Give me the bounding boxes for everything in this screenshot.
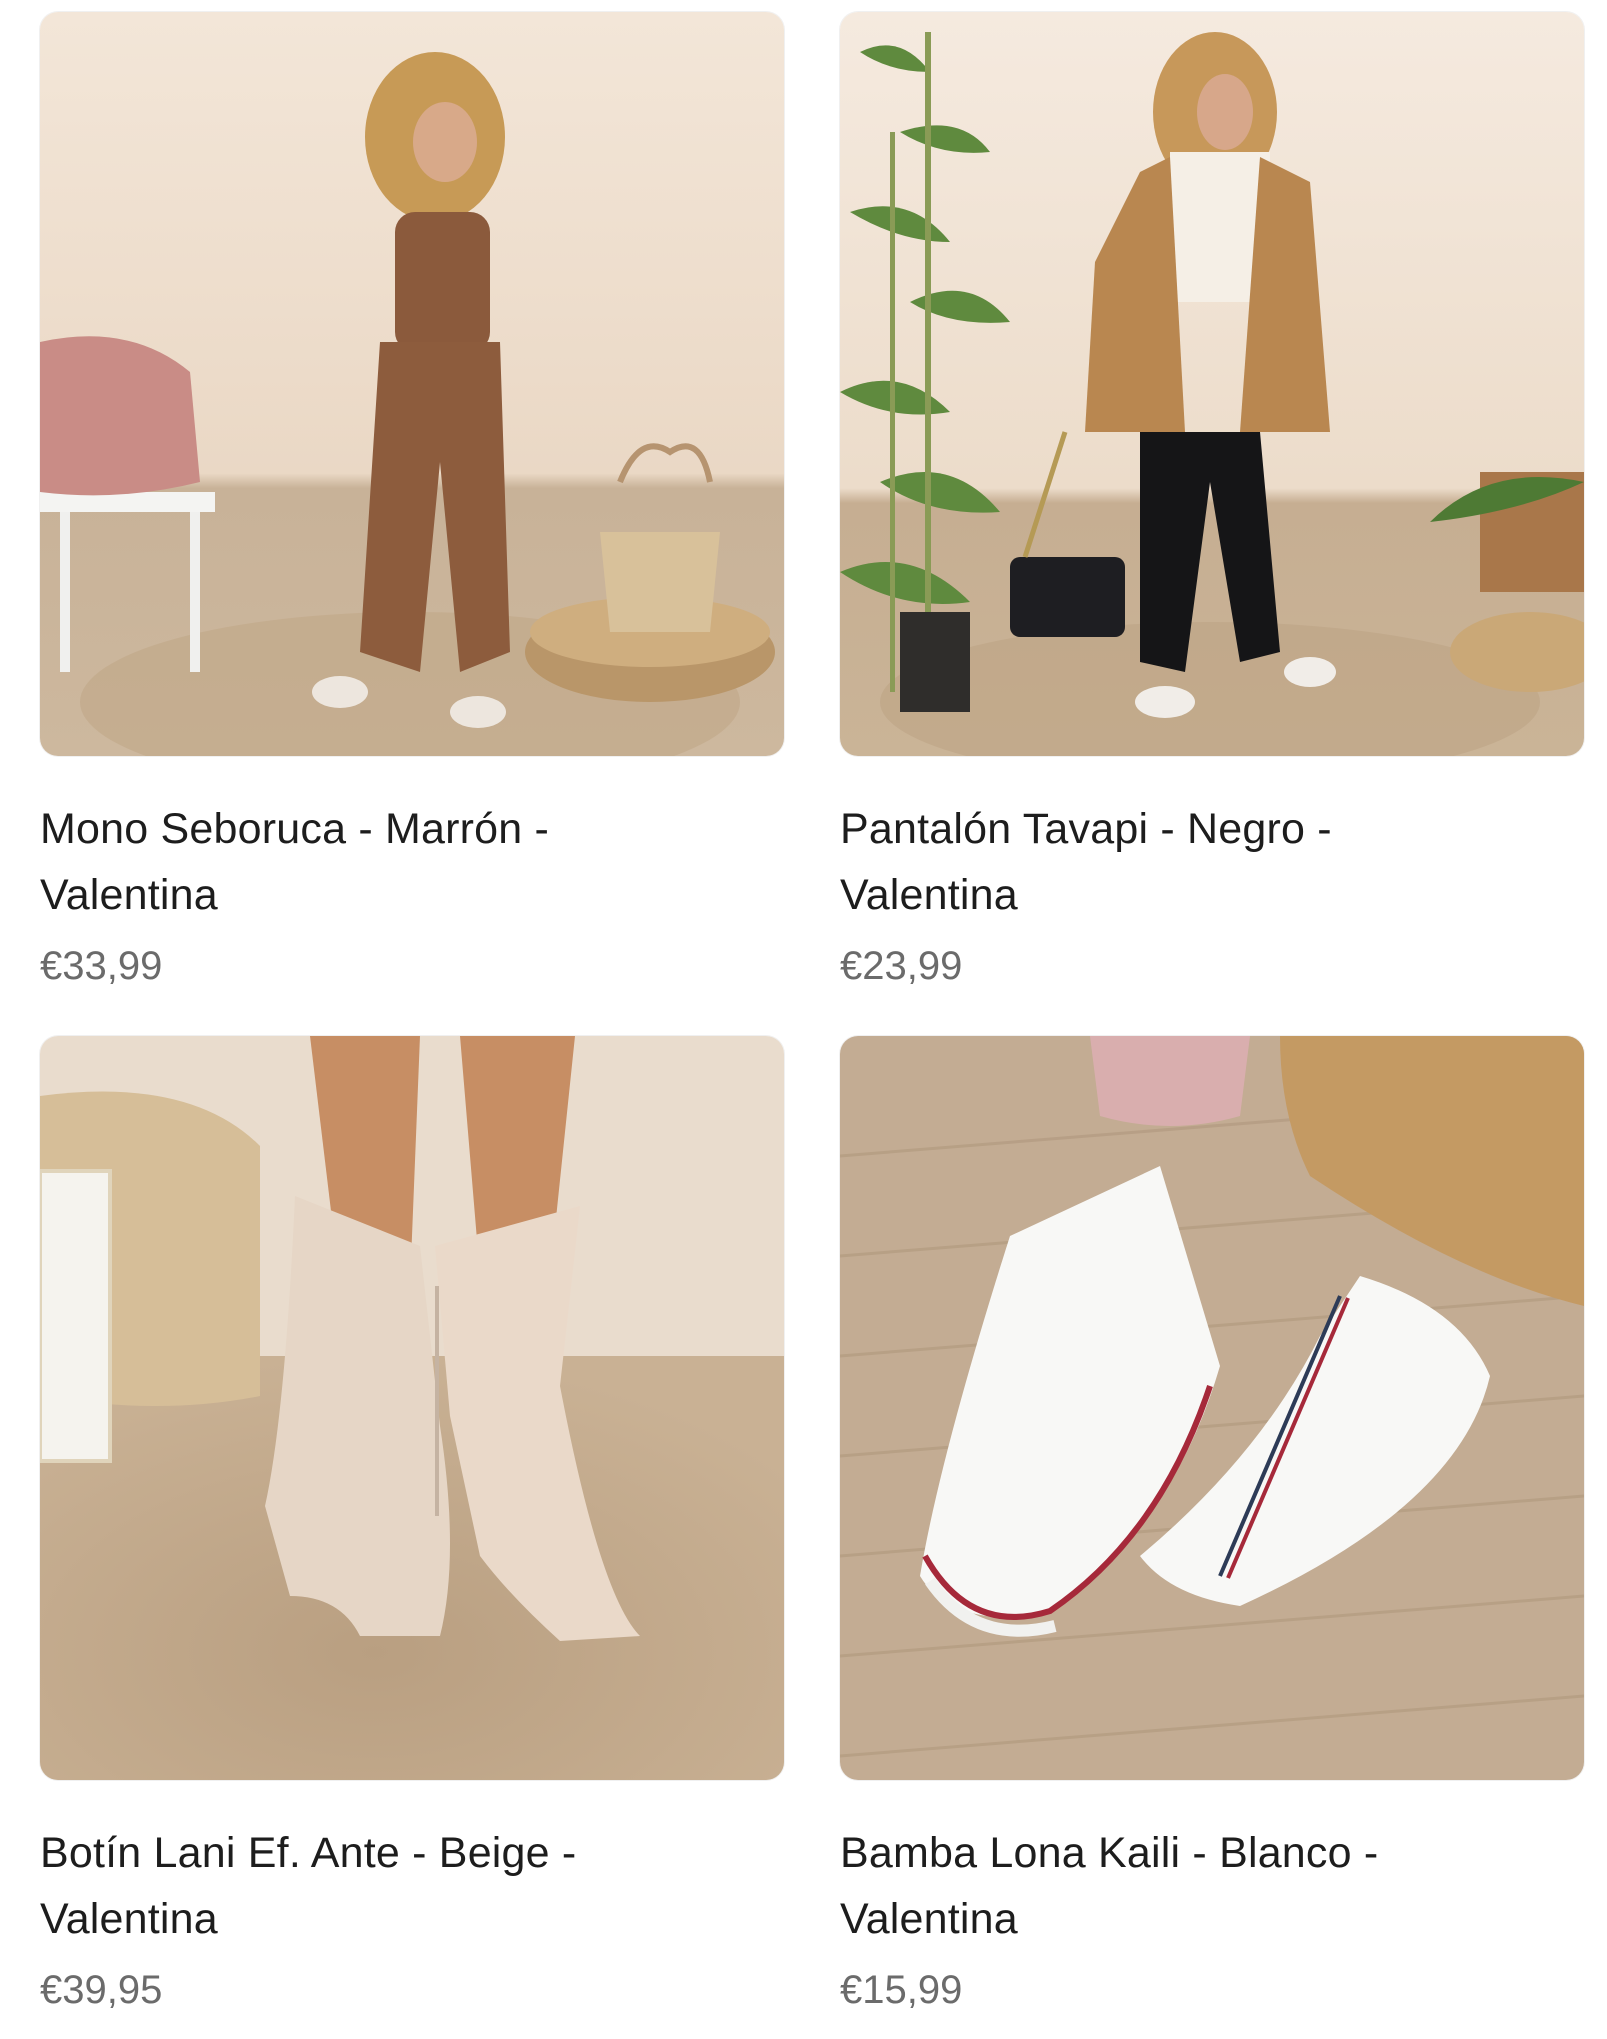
product-price: €23,99 xyxy=(840,944,963,988)
product-image-beige-suede-ankle-boots[interactable] xyxy=(40,1036,784,1780)
product-card[interactable]: Botín Lani Ef. Ante - Beige - Valentina … xyxy=(40,1036,784,2014)
product-card[interactable]: Mono Seboruca - Marrón - Valentina €33,9… xyxy=(40,12,784,990)
product-card[interactable]: Bamba Lona Kaili - Blanco - Valentina €1… xyxy=(840,1036,1584,2014)
product-grid: Mono Seboruca - Marrón - Valentina €33,9… xyxy=(40,12,1584,2014)
product-price: €33,99 xyxy=(40,944,163,988)
product-title[interactable]: Bamba Lona Kaili - Blanco - Valentina xyxy=(840,1820,1480,1952)
product-photo xyxy=(840,1036,1584,1780)
product-image-model-camel-coat-black-pants[interactable] xyxy=(840,12,1584,756)
product-photo xyxy=(40,1036,784,1780)
product-photo xyxy=(840,12,1584,756)
product-image-model-brown-overalls[interactable] xyxy=(40,12,784,756)
product-card[interactable]: Pantalón Tavapi - Negro - Valentina €23,… xyxy=(840,12,1584,990)
product-title[interactable]: Mono Seboruca - Marrón - Valentina xyxy=(40,796,680,928)
product-title[interactable]: Pantalón Tavapi - Negro - Valentina xyxy=(840,796,1480,928)
product-price: €15,99 xyxy=(840,1968,963,2012)
product-price: €39,95 xyxy=(40,1968,163,2012)
product-title[interactable]: Botín Lani Ef. Ante - Beige - Valentina xyxy=(40,1820,680,1952)
product-photo xyxy=(40,12,784,756)
product-image-white-canvas-high-top-sneakers[interactable] xyxy=(840,1036,1584,1780)
